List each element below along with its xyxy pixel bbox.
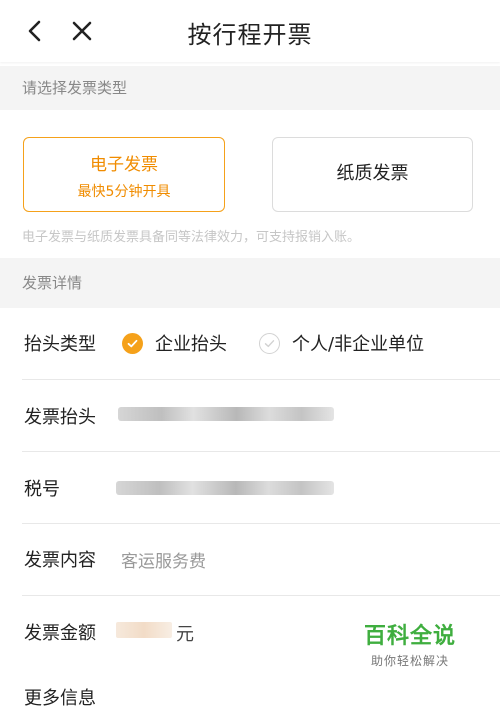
watermark-main-text: 百科全说	[364, 624, 457, 649]
tax-number-row[interactable]: 税号	[0, 452, 500, 524]
electronic-invoice-button[interactable]: 电子发票 最快5分钟开具	[23, 137, 225, 212]
watermark-sub-text: 助你轻松解决	[371, 654, 450, 668]
invoice-amount-value-redacted	[116, 622, 172, 638]
nav-header: 按行程开票	[0, 0, 500, 62]
paper-invoice-button[interactable]: 纸质发票	[272, 137, 473, 212]
invoice-details-heading: 发票详情	[0, 258, 500, 308]
invoice-title-value-redacted	[118, 407, 334, 421]
title-type-label: 抬头类型	[24, 334, 96, 355]
tax-number-label: 税号	[24, 479, 60, 500]
invoice-title-row[interactable]: 发票抬头	[0, 380, 500, 452]
invoice-type-area: 电子发票 最快5分钟开具 纸质发票 电子发票与纸质发票具备同等法律效力，可支持报…	[0, 110, 500, 258]
tax-number-value-redacted	[116, 481, 334, 495]
company-title-radio[interactable]: 企业抬头	[122, 330, 227, 356]
invoice-content-row: 发票内容 客运服务费	[0, 524, 500, 596]
electronic-invoice-subtitle: 最快5分钟开具	[77, 184, 171, 200]
invoice-amount-label: 发票金额	[24, 623, 96, 644]
paper-invoice-label: 纸质发票	[336, 163, 409, 184]
title-type-row: 抬头类型 企业抬头 个人/非企业单位	[0, 308, 500, 380]
invoice-type-heading: 请选择发票类型	[0, 66, 500, 110]
electronic-invoice-label: 电子发票	[90, 155, 158, 175]
company-title-label: 企业抬头	[155, 334, 227, 355]
check-circle-icon	[122, 332, 143, 354]
invoice-content-label: 发票内容	[24, 550, 96, 571]
invoice-type-note: 电子发票与纸质发票具备同等法律效力，可支持报销入账。	[22, 230, 361, 245]
watermark-logo: 百科全说 助你轻松解决	[364, 618, 456, 669]
personal-title-label: 个人/非企业单位	[292, 334, 425, 355]
check-circle-icon	[259, 332, 280, 354]
more-info-label: 更多信息	[24, 688, 96, 709]
invoice-content-value: 客运服务费	[121, 552, 206, 572]
more-info-row[interactable]: 更多信息	[0, 668, 500, 709]
page-title: 按行程开票	[187, 21, 313, 49]
personal-title-radio[interactable]: 个人/非企业单位	[259, 330, 424, 356]
invoice-title-label: 发票抬头	[24, 407, 96, 428]
amount-unit: 元	[176, 624, 194, 645]
